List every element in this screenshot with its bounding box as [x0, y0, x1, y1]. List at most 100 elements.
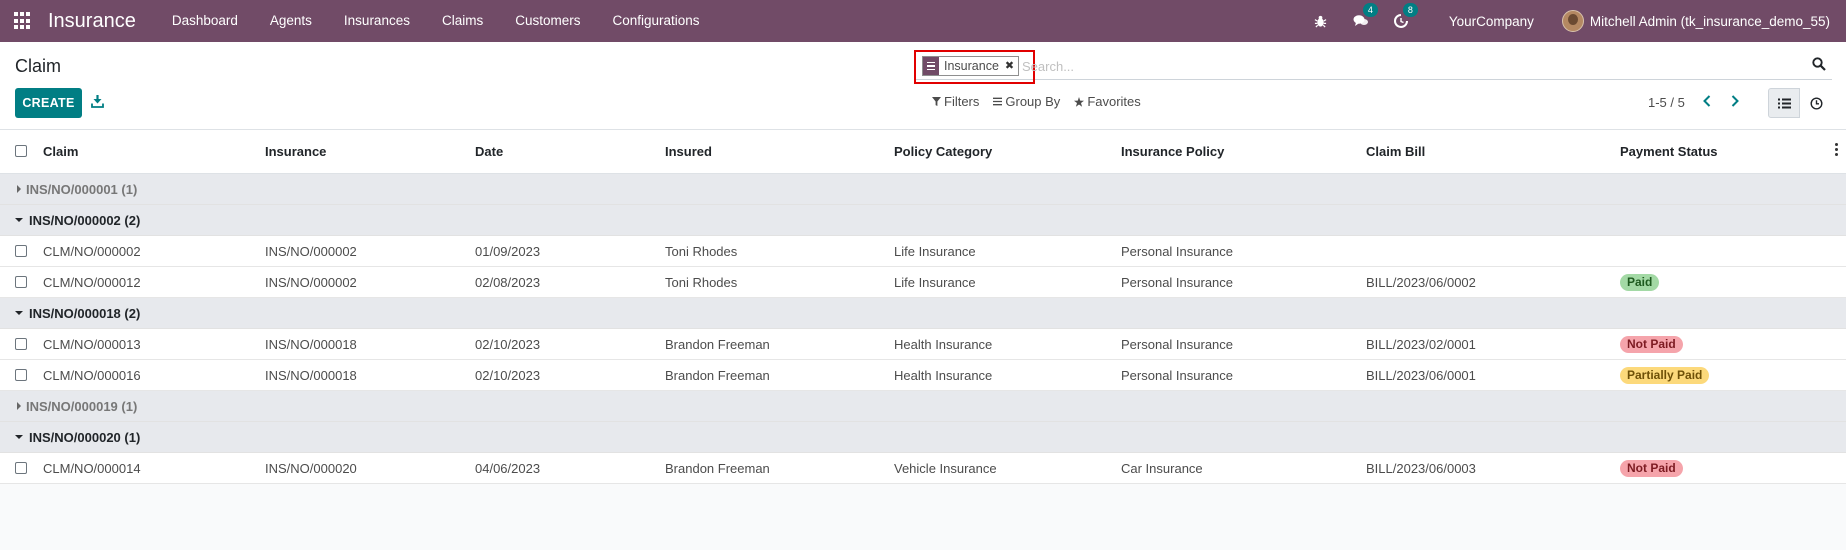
star-icon — [1074, 96, 1085, 107]
facet-remove-icon[interactable]: ✖ — [1005, 57, 1018, 75]
filters-toggle[interactable]: Filters — [932, 94, 979, 109]
cell-insurance: INS/NO/000018 — [265, 337, 357, 352]
create-button[interactable]: CREATE — [15, 88, 82, 118]
group-row[interactable]: INS/NO/000001 (1) — [0, 174, 1846, 205]
pager-value[interactable]: 1-5 / 5 — [1648, 95, 1685, 110]
search-bar: Insurance ✖ — [914, 50, 1832, 84]
cell-insurance-policy: Personal Insurance — [1121, 244, 1234, 259]
cell-claim: CLM/NO/000002 — [43, 244, 141, 259]
menu-claims[interactable]: Claims — [426, 0, 499, 42]
cell-date: 02/10/2023 — [475, 368, 541, 383]
row-checkbox[interactable] — [15, 369, 27, 381]
groupby-icon — [993, 97, 1003, 106]
list-view-icon — [1777, 98, 1791, 108]
cell-claim-bill: BILL/2023/02/0001 — [1366, 337, 1476, 352]
cell-date: 01/09/2023 — [475, 244, 541, 259]
favorites-label: Favorites — [1087, 94, 1141, 109]
group-row[interactable]: INS/NO/000002 (2) — [0, 205, 1846, 236]
status-badge: Partially Paid — [1620, 367, 1710, 384]
column-insured[interactable]: Insured — [665, 144, 712, 159]
cell-policy-category: Vehicle Insurance — [894, 461, 997, 476]
column-claim-bill[interactable]: Claim Bill — [1366, 144, 1425, 159]
group-label: INS/NO/000001 (1) — [26, 182, 138, 197]
table-row[interactable]: CLM/NO/000014 INS/NO/000020 04/06/2023 B… — [0, 453, 1846, 484]
app-brand[interactable]: Insurance — [48, 10, 136, 33]
menu-configurations[interactable]: Configurations — [597, 0, 716, 42]
cell-claim-bill: BILL/2023/06/0001 — [1366, 368, 1476, 383]
apps-menu-icon[interactable] — [14, 12, 32, 30]
groupby-facet[interactable]: Insurance ✖ — [922, 56, 1020, 76]
cell-insurance-policy: Personal Insurance — [1121, 337, 1234, 352]
group-label: INS/NO/000019 (1) — [26, 399, 138, 414]
facet-label: Insurance — [944, 59, 999, 73]
user-avatar[interactable] — [1561, 10, 1584, 32]
caret-right-icon — [17, 402, 21, 410]
search-icon[interactable] — [1812, 57, 1826, 74]
pager-previous-icon[interactable] — [1700, 94, 1714, 111]
pager-next-icon[interactable] — [1728, 94, 1742, 111]
cell-insurance: INS/NO/000002 — [265, 275, 357, 290]
download-icon[interactable] — [91, 94, 105, 110]
activity-count-badge: 8 — [1402, 3, 1418, 17]
cell-policy-category: Health Insurance — [894, 337, 993, 352]
cell-insurance-policy: Personal Insurance — [1121, 275, 1234, 290]
cell-claim: CLM/NO/000012 — [43, 275, 141, 290]
table-row[interactable]: CLM/NO/000016 INS/NO/000018 02/10/2023 B… — [0, 360, 1846, 391]
column-insurance[interactable]: Insurance — [265, 144, 326, 159]
activity-view-button[interactable] — [1800, 88, 1832, 118]
table-row[interactable]: CLM/NO/000013 INS/NO/000018 02/10/2023 B… — [0, 329, 1846, 360]
activity-clock-view-icon — [1809, 96, 1823, 110]
cell-date: 02/10/2023 — [475, 337, 541, 352]
menu-agents[interactable]: Agents — [254, 0, 328, 42]
cell-insured: Brandon Freeman — [665, 368, 770, 383]
search-options: Filters Group By Favorites — [932, 94, 1155, 109]
company-switcher[interactable]: YourCompany — [1449, 14, 1534, 29]
column-claim[interactable]: Claim — [43, 144, 78, 159]
control-panel: Claim CREATE Insurance ✖ Filters Group B… — [0, 42, 1846, 130]
cell-insurance: INS/NO/000002 — [265, 244, 357, 259]
main-menu: Dashboard Agents Insurances Claims Custo… — [156, 0, 716, 42]
groupby-label: Group By — [1005, 94, 1061, 109]
column-date[interactable]: Date — [475, 144, 503, 159]
row-checkbox[interactable] — [15, 245, 27, 257]
user-menu[interactable]: Mitchell Admin (tk_insurance_demo_55) — [1590, 14, 1830, 29]
top-navbar: Insurance Dashboard Agents Insurances Cl… — [0, 0, 1846, 42]
groupby-toggle[interactable]: Group By — [993, 94, 1060, 109]
chat-count-badge: 4 — [1362, 3, 1378, 17]
bug-icon[interactable] — [1312, 12, 1330, 30]
cell-policy-category: Life Insurance — [894, 275, 976, 290]
table-row[interactable]: CLM/NO/000012 INS/NO/000002 02/08/2023 T… — [0, 267, 1846, 298]
select-all-checkbox[interactable] — [15, 145, 27, 157]
menu-customers[interactable]: Customers — [499, 0, 596, 42]
groupby-layers-icon — [923, 57, 939, 75]
group-row[interactable]: INS/NO/000019 (1) — [0, 391, 1846, 422]
table-row[interactable]: CLM/NO/000002 INS/NO/000002 01/09/2023 T… — [0, 236, 1846, 267]
group-label: INS/NO/000018 (2) — [29, 306, 141, 321]
cell-claim-bill: BILL/2023/06/0002 — [1366, 275, 1476, 290]
chat-icon[interactable]: 4 — [1352, 3, 1378, 30]
row-checkbox[interactable] — [15, 338, 27, 350]
activity-clock-icon[interactable]: 8 — [1392, 3, 1418, 30]
column-policy-category[interactable]: Policy Category — [894, 144, 992, 159]
status-badge: Paid — [1620, 274, 1660, 291]
cell-insurance: INS/NO/000020 — [265, 461, 357, 476]
cell-insured: Brandon Freeman — [665, 337, 770, 352]
menu-insurances[interactable]: Insurances — [328, 0, 426, 42]
cell-insured: Brandon Freeman — [665, 461, 770, 476]
row-checkbox[interactable] — [15, 276, 27, 288]
caret-down-icon — [15, 435, 23, 439]
list-view-button[interactable] — [1768, 88, 1800, 118]
row-checkbox[interactable] — [15, 462, 27, 474]
table-header: Claim Insurance Date Insured Policy Cate… — [0, 130, 1846, 174]
cell-claim: CLM/NO/000014 — [43, 461, 141, 476]
group-row[interactable]: INS/NO/000020 (1) — [0, 422, 1846, 453]
cell-insurance: INS/NO/000018 — [265, 368, 357, 383]
group-row[interactable]: INS/NO/000018 (2) — [0, 298, 1846, 329]
menu-dashboard[interactable]: Dashboard — [156, 0, 254, 42]
optional-columns-icon[interactable] — [1835, 143, 1838, 158]
cell-insured: Toni Rhodes — [665, 244, 738, 259]
column-payment-status[interactable]: Payment Status — [1620, 144, 1718, 159]
favorites-toggle[interactable]: Favorites — [1074, 94, 1141, 109]
column-insurance-policy[interactable]: Insurance Policy — [1121, 144, 1224, 159]
search-input[interactable] — [1022, 56, 1672, 76]
